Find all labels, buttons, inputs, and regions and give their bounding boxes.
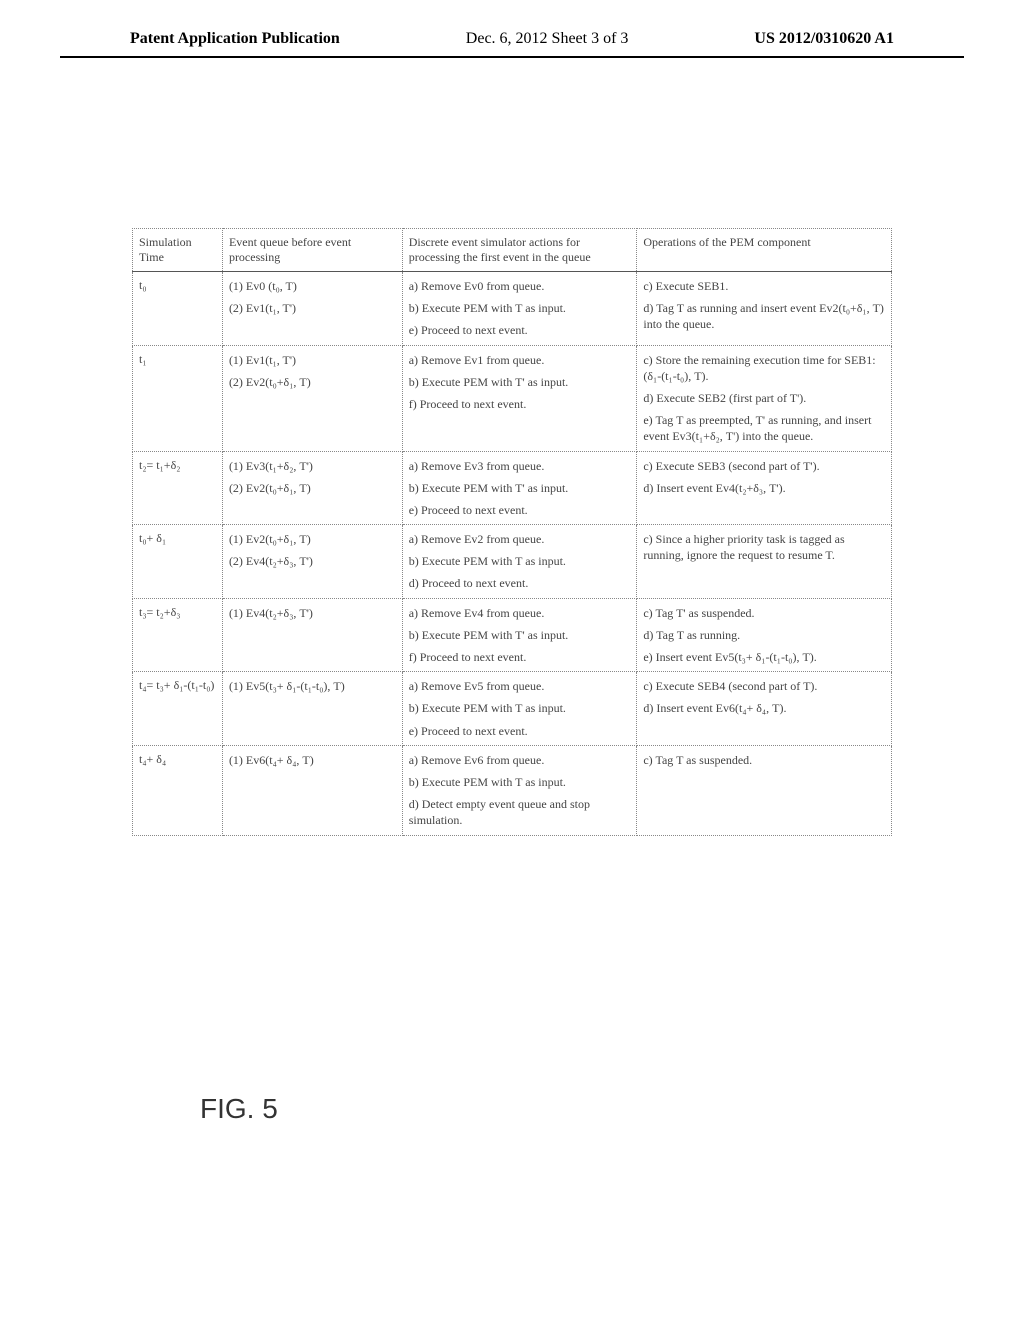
action-item: a) Remove Ev0 from queue. xyxy=(409,278,631,294)
cell-queue: (1) Ev3(t₁+δ₂, T') (2) Ev2(t₀+δ₁, T) xyxy=(222,451,402,525)
simulation-table: Simulation Time Event queue before event… xyxy=(132,228,892,836)
pem-item: c) Store the remaining execution time fo… xyxy=(643,352,885,384)
queue-item: (1) Ev2(t₀+δ₁, T) xyxy=(229,531,396,547)
action-item: e) Proceed to next event. xyxy=(409,723,631,739)
queue-item: (1) Ev0 (t₀, T) xyxy=(229,278,396,294)
cell-queue: (1) Ev0 (t₀, T) (2) Ev1(t₁, T') xyxy=(222,272,402,346)
queue-item: (1) Ev6(t₄+ δ₄, T) xyxy=(229,752,396,768)
table-row: t₂= t₁+δ₂ (1) Ev3(t₁+δ₂, T') (2) Ev2(t₀+δ₁… xyxy=(133,451,892,525)
header-actions: Discrete event simulator actions for pro… xyxy=(402,229,637,272)
cell-pem: c) Execute SEB3 (second part of T'). d) I… xyxy=(637,451,892,525)
cell-queue: (1) Ev6(t₄+ δ₄, T) xyxy=(222,745,402,835)
cell-queue: (1) Ev1(t₁, T') (2) Ev2(t₀+δ₁, T) xyxy=(222,345,402,451)
pem-item: d) Insert event Ev6(t₄+ δ₄, T). xyxy=(643,700,885,716)
action-item: b) Execute PEM with T as input. xyxy=(409,300,631,316)
cell-actions: a) Remove Ev3 from queue. b) Execute PEM … xyxy=(402,451,637,525)
header-pem: Operations of the PEM component xyxy=(637,229,892,272)
action-item: a) Remove Ev3 from queue. xyxy=(409,458,631,474)
cell-actions: a) Remove Ev6 from queue. b) Execute PEM … xyxy=(402,745,637,835)
cell-pem: c) Tag T' as suspended. d) Tag T as runni… xyxy=(637,598,892,672)
action-item: f) Proceed to next event. xyxy=(409,396,631,412)
pem-item: d) Tag T as running and insert event Ev2… xyxy=(643,300,885,332)
queue-item: (1) Ev5(t₃+ δ₁-(t₁-t₀), T) xyxy=(229,678,396,694)
action-item: b) Execute PEM with T as input. xyxy=(409,774,631,790)
table-row: t₀+ δ₁ (1) Ev2(t₀+δ₁, T) (2) Ev4(t₂+δ₃, T'… xyxy=(133,525,892,599)
cell-time: t₂= t₁+δ₂ xyxy=(133,451,223,525)
header-time: Simulation Time xyxy=(133,229,223,272)
cell-actions: a) Remove Ev5 from queue. b) Execute PEM … xyxy=(402,672,637,746)
cell-queue: (1) Ev5(t₃+ δ₁-(t₁-t₀), T) xyxy=(222,672,402,746)
cell-actions: a) Remove Ev0 from queue. b) Execute PEM … xyxy=(402,272,637,346)
pem-item: e) Tag T as preempted, T' as running, an… xyxy=(643,412,885,444)
action-item: f) Proceed to next event. xyxy=(409,649,631,665)
action-item: d) Proceed to next event. xyxy=(409,575,631,591)
queue-item: (2) Ev2(t₀+δ₁, T) xyxy=(229,480,396,496)
pem-item: d) Insert event Ev4(t₂+δ₃, T'). xyxy=(643,480,885,496)
cell-time: t₄= t₃+ δ₁-(t₁-t₀) xyxy=(133,672,223,746)
table-row: t₃= t₂+δ₃ (1) Ev4(t₂+δ₃, T') a) Remove Ev4… xyxy=(133,598,892,672)
table-header-row: Simulation Time Event queue before event… xyxy=(133,229,892,272)
header-queue: Event queue before event processing xyxy=(222,229,402,272)
queue-item: (2) Ev2(t₀+δ₁, T) xyxy=(229,374,396,390)
cell-time: t₄+ δ₄ xyxy=(133,745,223,835)
page-header: Patent Application Publication Dec. 6, 2… xyxy=(60,0,964,58)
queue-item: (2) Ev4(t₂+δ₃, T') xyxy=(229,553,396,569)
cell-pem: c) Tag T as suspended. xyxy=(637,745,892,835)
cell-queue: (1) Ev4(t₂+δ₃, T') xyxy=(222,598,402,672)
queue-item: (1) Ev3(t₁+δ₂, T') xyxy=(229,458,396,474)
action-item: e) Proceed to next event. xyxy=(409,322,631,338)
cell-actions: a) Remove Ev4 from queue. b) Execute PEM … xyxy=(402,598,637,672)
cell-time: t₀+ δ₁ xyxy=(133,525,223,599)
pem-item: c) Execute SEB4 (second part of T). xyxy=(643,678,885,694)
pem-item: e) Insert event Ev5(t₃+ δ₁-(t₁-t₀), T). xyxy=(643,649,885,665)
action-item: a) Remove Ev6 from queue. xyxy=(409,752,631,768)
cell-time: t₀ xyxy=(133,272,223,346)
pem-item: c) Tag T' as suspended. xyxy=(643,605,885,621)
queue-item: (1) Ev4(t₂+δ₃, T') xyxy=(229,605,396,621)
pem-item: c) Execute SEB3 (second part of T'). xyxy=(643,458,885,474)
action-item: a) Remove Ev5 from queue. xyxy=(409,678,631,694)
header-left: Patent Application Publication xyxy=(130,30,340,48)
header-right: US 2012/0310620 A1 xyxy=(754,30,894,48)
queue-item: (2) Ev1(t₁, T') xyxy=(229,300,396,316)
cell-pem: c) Execute SEB1. d) Tag T as running and … xyxy=(637,272,892,346)
queue-item: (1) Ev1(t₁, T') xyxy=(229,352,396,368)
action-item: e) Proceed to next event. xyxy=(409,502,631,518)
cell-time: t₃= t₂+δ₃ xyxy=(133,598,223,672)
cell-pem: c) Store the remaining execution time fo… xyxy=(637,345,892,451)
cell-pem: c) Execute SEB4 (second part of T). d) In… xyxy=(637,672,892,746)
table-row: t₁ (1) Ev1(t₁, T') (2) Ev2(t₀+δ₁, T) a) Rem… xyxy=(133,345,892,451)
pem-item: c) Tag T as suspended. xyxy=(643,752,885,768)
table-row: t₄+ δ₄ (1) Ev6(t₄+ δ₄, T) a) Remove Ev6 fr… xyxy=(133,745,892,835)
cell-actions: a) Remove Ev1 from queue. b) Execute PEM … xyxy=(402,345,637,451)
cell-time: t₁ xyxy=(133,345,223,451)
pem-item: d) Tag T as running. xyxy=(643,627,885,643)
cell-queue: (1) Ev2(t₀+δ₁, T) (2) Ev4(t₂+δ₃, T') xyxy=(222,525,402,599)
table-row: t₄= t₃+ δ₁-(t₁-t₀) (1) Ev5(t₃+ δ₁-(t₁-t₀)… xyxy=(133,672,892,746)
action-item: a) Remove Ev1 from queue. xyxy=(409,352,631,368)
action-item: b) Execute PEM with T' as input. xyxy=(409,627,631,643)
table-row: t₀ (1) Ev0 (t₀, T) (2) Ev1(t₁, T') a) Remov… xyxy=(133,272,892,346)
action-item: b) Execute PEM with T as input. xyxy=(409,700,631,716)
pem-item: d) Execute SEB2 (first part of T'). xyxy=(643,390,885,406)
action-item: b) Execute PEM with T as input. xyxy=(409,553,631,569)
action-item: d) Detect empty event queue and stop sim… xyxy=(409,796,631,828)
action-item: a) Remove Ev2 from queue. xyxy=(409,531,631,547)
action-item: b) Execute PEM with T' as input. xyxy=(409,480,631,496)
pem-item: c) Execute SEB1. xyxy=(643,278,885,294)
action-item: a) Remove Ev4 from queue. xyxy=(409,605,631,621)
cell-pem: c) Since a higher priority task is tagge… xyxy=(637,525,892,599)
pem-item: c) Since a higher priority task is tagge… xyxy=(643,531,885,563)
figure-label: FIG. 5 xyxy=(200,1093,278,1125)
action-item: b) Execute PEM with T' as input. xyxy=(409,374,631,390)
cell-actions: a) Remove Ev2 from queue. b) Execute PEM … xyxy=(402,525,637,599)
header-center: Dec. 6, 2012 Sheet 3 of 3 xyxy=(466,30,629,48)
